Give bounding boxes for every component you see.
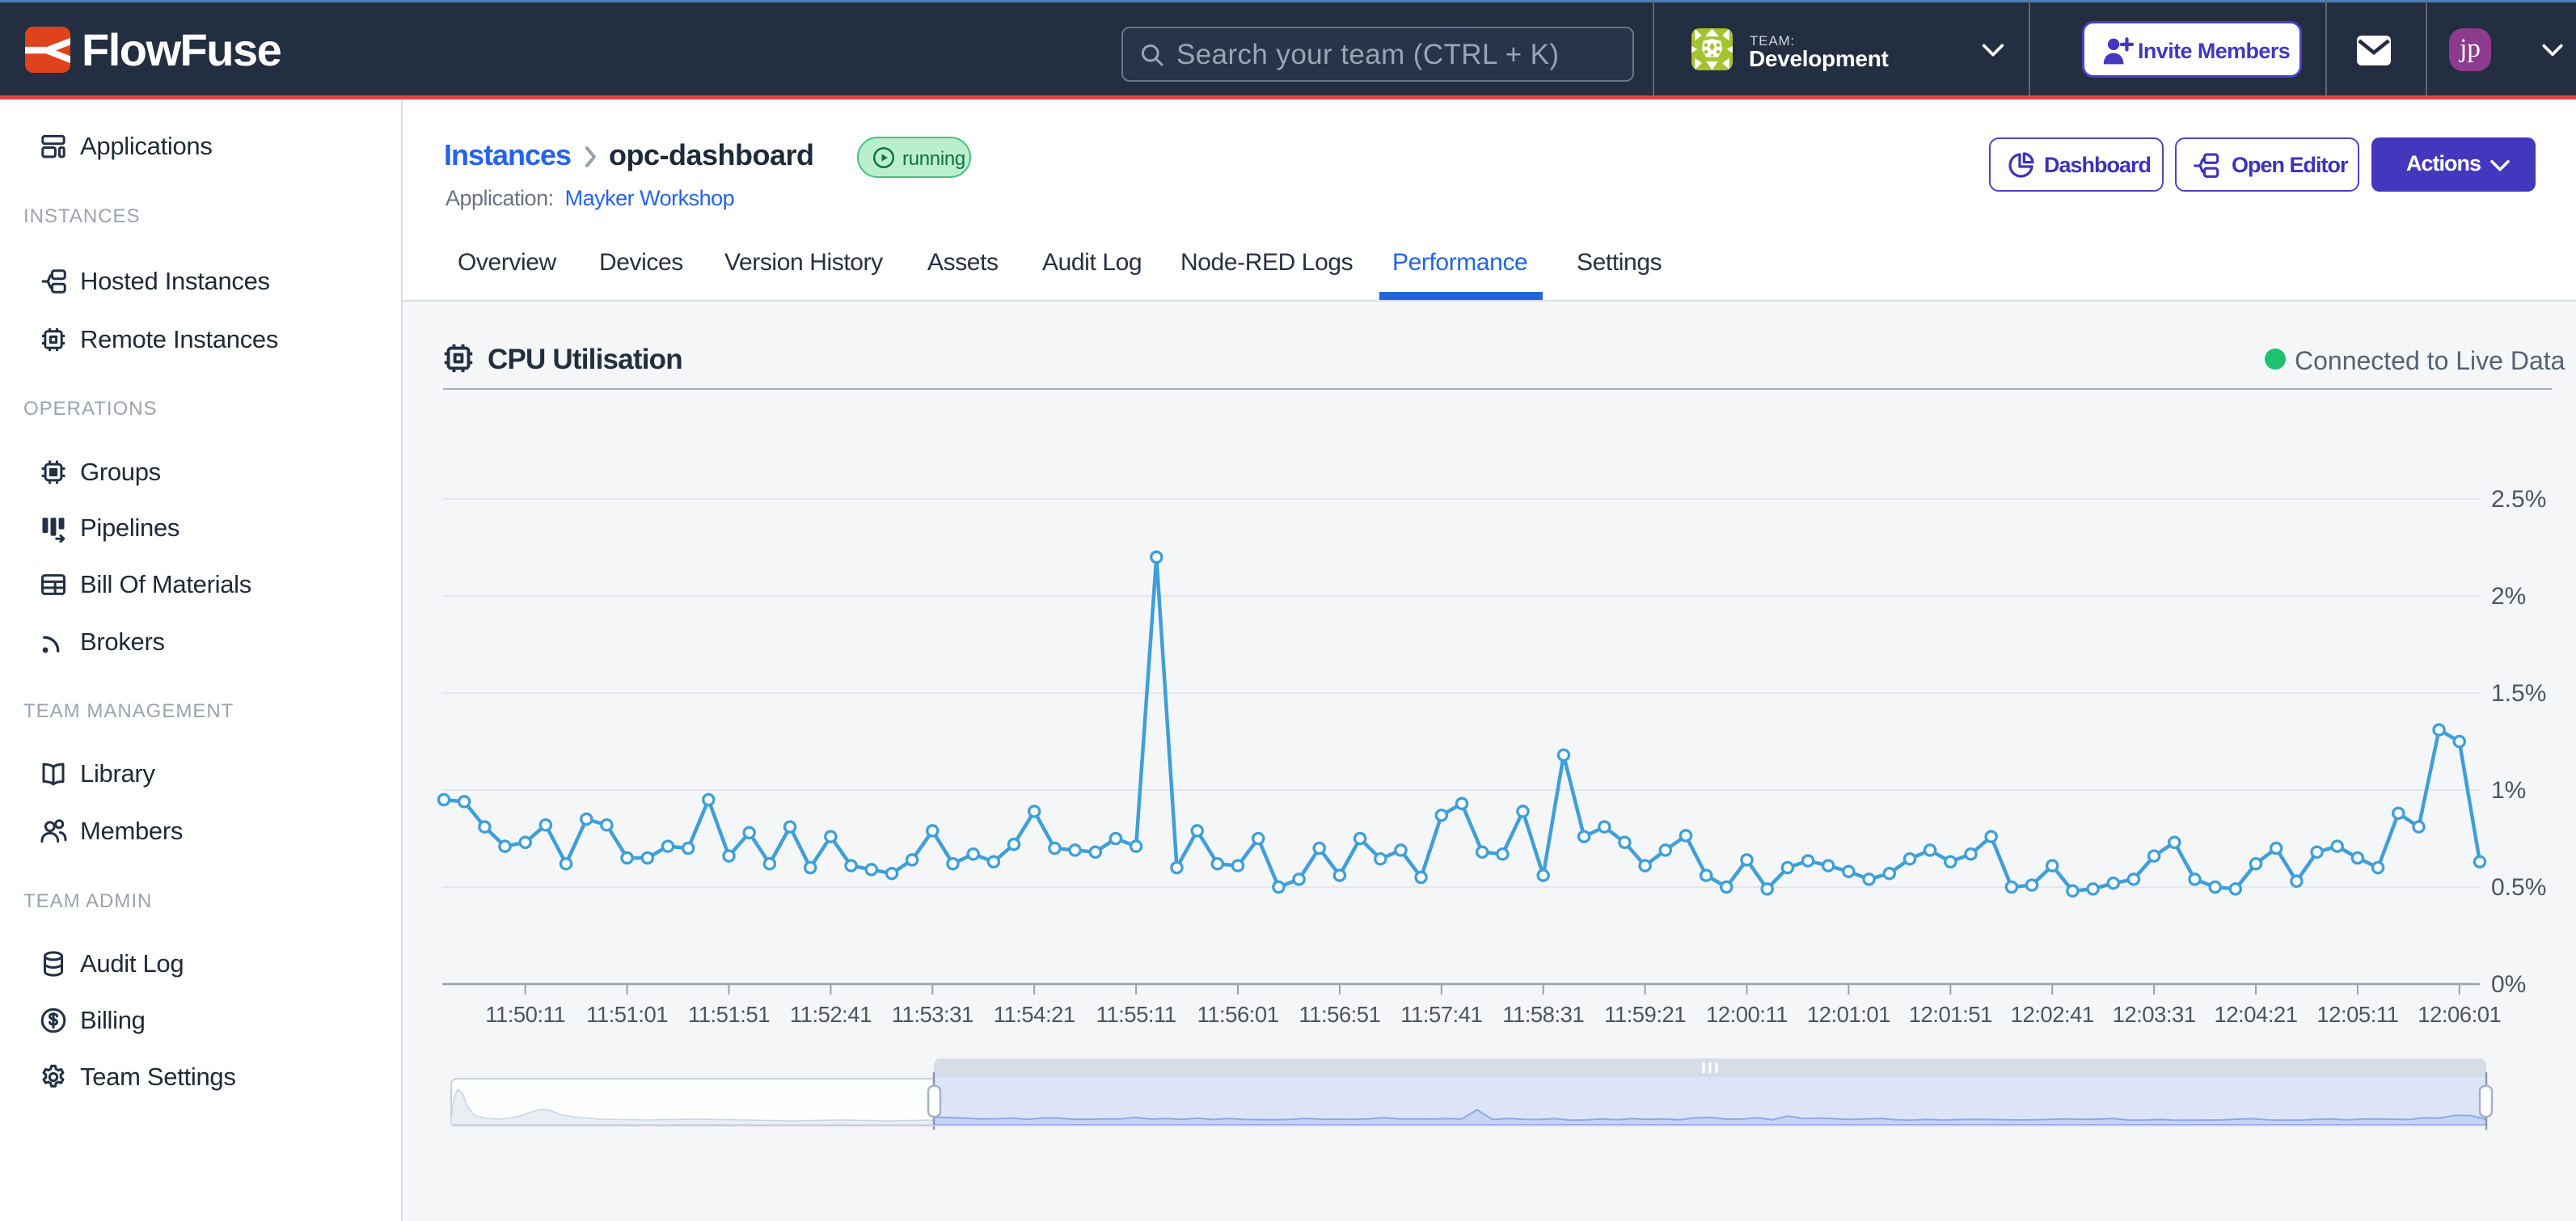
svg-text:11:59:21: 11:59:21: [1604, 1002, 1686, 1027]
svg-text:0.5%: 0.5%: [2491, 874, 2546, 901]
svg-text:12:01:51: 12:01:51: [1909, 1002, 1992, 1027]
svg-text:11:53:31: 11:53:31: [892, 1002, 973, 1027]
svg-text:12:04:21: 12:04:21: [2214, 1002, 2297, 1027]
svg-text:11:56:01: 11:56:01: [1197, 1002, 1278, 1027]
svg-text:11:57:41: 11:57:41: [1400, 1002, 1482, 1027]
svg-text:1%: 1%: [2491, 777, 2526, 804]
svg-text:12:00:11: 12:00:11: [1706, 1002, 1788, 1027]
svg-text:12:01:01: 12:01:01: [1807, 1002, 1890, 1027]
svg-text:11:55:11: 11:55:11: [1096, 1002, 1176, 1027]
svg-text:11:52:41: 11:52:41: [790, 1002, 872, 1027]
svg-text:0%: 0%: [2491, 971, 2526, 998]
svg-text:2%: 2%: [2491, 583, 2526, 610]
svg-text:12:06:01: 12:06:01: [2418, 1002, 2501, 1027]
svg-text:11:51:01: 11:51:01: [586, 1002, 668, 1027]
svg-text:12:05:11: 12:05:11: [2316, 1002, 2398, 1027]
svg-text:11:58:31: 11:58:31: [1502, 1002, 1584, 1027]
svg-text:1.5%: 1.5%: [2491, 680, 2546, 707]
svg-text:12:03:31: 12:03:31: [2113, 1002, 2196, 1027]
svg-text:11:50:11: 11:50:11: [485, 1002, 565, 1027]
svg-text:12:02:41: 12:02:41: [2011, 1002, 2094, 1027]
svg-text:11:56:51: 11:56:51: [1299, 1002, 1380, 1027]
svg-text:11:54:21: 11:54:21: [994, 1002, 1075, 1027]
svg-text:2.5%: 2.5%: [2491, 486, 2546, 513]
svg-text:11:51:51: 11:51:51: [688, 1002, 770, 1027]
